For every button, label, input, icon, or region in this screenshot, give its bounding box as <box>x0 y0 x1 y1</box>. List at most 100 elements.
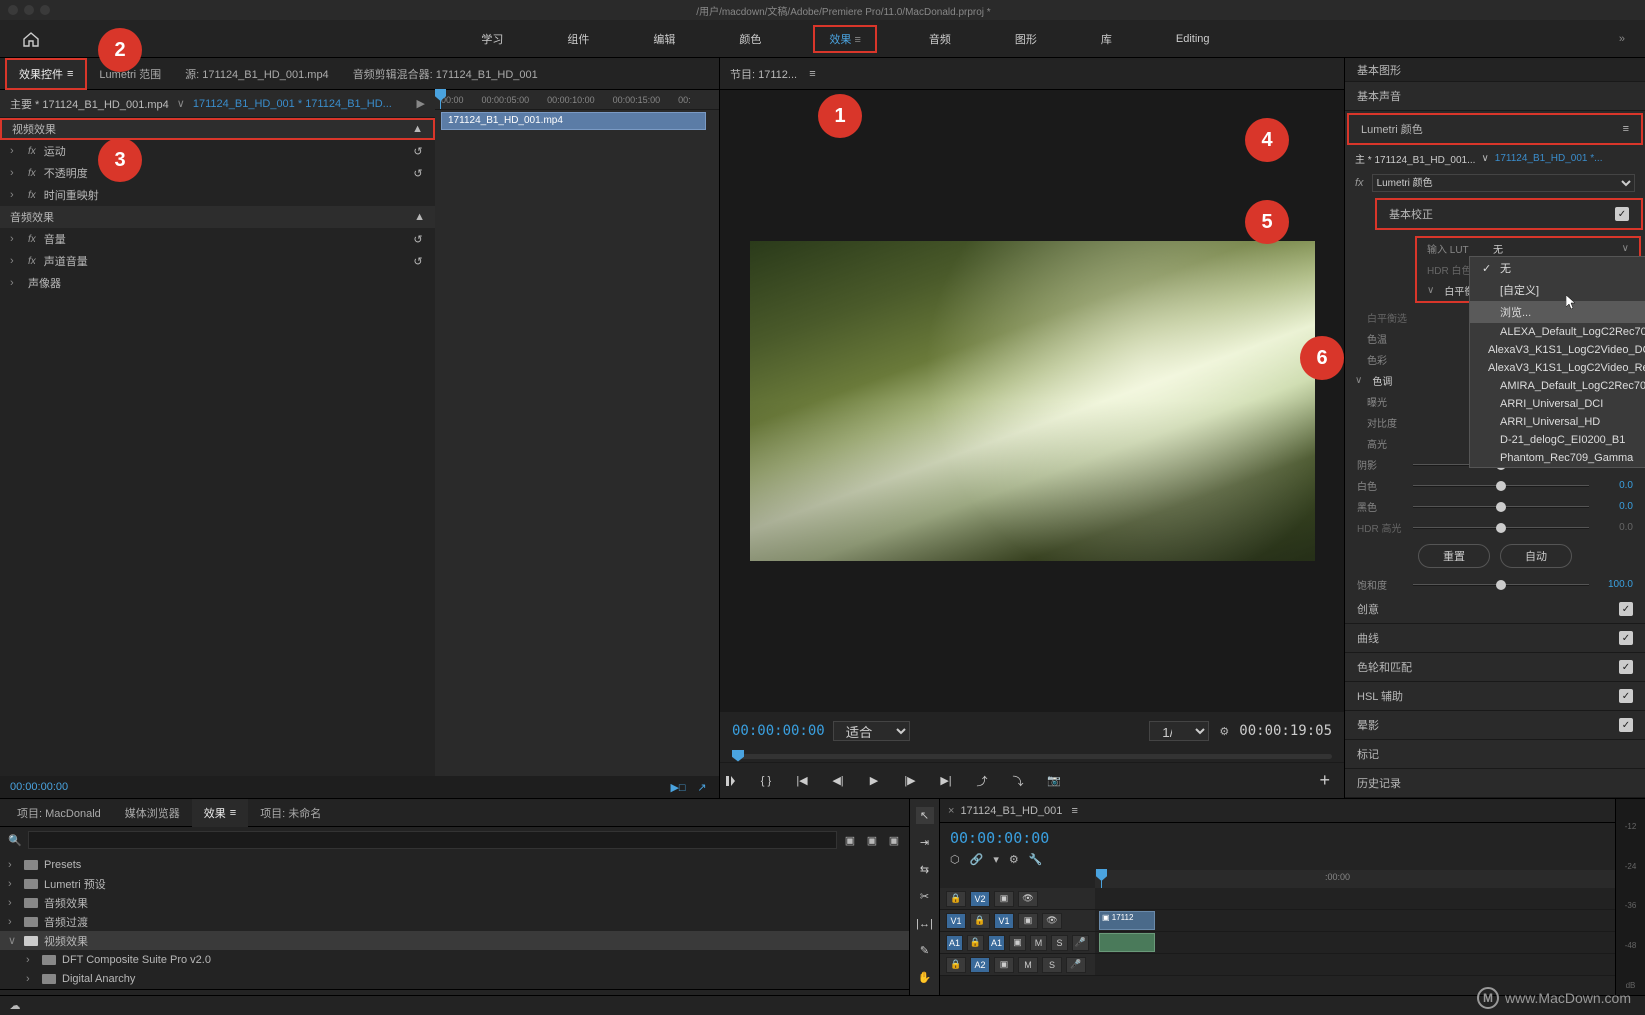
slip-tool-icon[interactable]: |↔| <box>916 915 934 932</box>
saturation-slider[interactable]: 饱和度100.0 <box>1345 574 1645 595</box>
essential-sound-tab[interactable]: 基本声音 <box>1345 82 1645 111</box>
tree-video-effects[interactable]: ∨视频效果 <box>0 931 909 950</box>
step-fwd-icon[interactable]: |▶ <box>900 771 920 791</box>
reset-button[interactable]: 重置 <box>1418 544 1490 568</box>
lut-opt-custom[interactable]: [自定义] <box>1470 279 1645 301</box>
cc-status-icon[interactable]: ☁ <box>8 999 22 1013</box>
ec-motion[interactable]: ›fx运动↺ <box>0 140 435 162</box>
markers-panel[interactable]: 标记 <box>1345 740 1645 769</box>
lumetri-fx-select[interactable]: fx Lumetri 颜色 <box>1345 170 1645 196</box>
ws-audio[interactable]: 音频 <box>917 25 963 53</box>
tree-audio-transitions[interactable]: ›音频过渡 <box>0 912 909 931</box>
ec-clip-bar[interactable]: 171124_B1_HD_001.mp4 <box>441 112 706 130</box>
add-button-icon[interactable]: + <box>1319 770 1330 791</box>
32bit-badge-icon[interactable]: ▣ <box>865 833 879 847</box>
video-clip[interactable]: ▣ 17112 <box>1099 911 1155 930</box>
ws-color[interactable]: 颜色 <box>727 25 773 53</box>
ws-learn[interactable]: 学习 <box>469 25 515 53</box>
lut-opt-browse[interactable]: 浏览... <box>1470 301 1645 323</box>
history-panel[interactable]: 历史记录 <box>1345 769 1645 798</box>
ec-current-timecode[interactable]: 00:00:00:00 ▶□ ↗ <box>0 776 719 798</box>
essential-graphics-tab[interactable]: 基本图形 <box>1345 58 1645 82</box>
extract-icon[interactable]: ⤵ <box>1008 771 1028 791</box>
basic-correction-header[interactable]: 基本校正 ✓ <box>1375 198 1643 230</box>
lut-opt[interactable]: AlexaV3_K1S1_LogC2Video_Rec709_EE <box>1470 359 1645 377</box>
tree-lumetri-presets[interactable]: ›Lumetri 预设 <box>0 874 909 893</box>
goto-out-icon[interactable]: ▶| <box>936 771 956 791</box>
settings-icon[interactable]: ⚙ <box>1217 724 1231 738</box>
ec-video-effects-header[interactable]: 视频效果 ▲ <box>0 118 435 140</box>
ec-mini-timeline[interactable]: 00:00 00:00:05:00 00:00:10:00 00:00:15:0… <box>435 90 719 776</box>
hand-tool-icon[interactable]: ✋ <box>916 969 934 986</box>
lut-opt[interactable]: D-21_delogC_EI0200_B1 <box>1470 431 1645 449</box>
ripple-tool-icon[interactable]: ⇆ <box>916 861 934 878</box>
wrench-icon[interactable]: 🔧 <box>1029 853 1043 866</box>
tree-digital-anarchy[interactable]: ›Digital Anarchy <box>0 969 909 988</box>
goto-in-icon[interactable]: |◀ <box>792 771 812 791</box>
track-a1[interactable]: A1🔒A1▣MS🎤 <box>940 932 1615 954</box>
audio-clip[interactable] <box>1099 933 1155 952</box>
whites-slider[interactable]: 白色0.0 <box>1345 475 1645 496</box>
hdr-highlights-slider[interactable]: HDR 高光0.0 <box>1345 517 1645 538</box>
lut-opt[interactable]: ALEXA_Default_LogC2Rec709 <box>1470 323 1645 341</box>
zoom-level-select[interactable]: 适合 <box>833 721 910 741</box>
hsl-secondary-section[interactable]: HSL 辅助✓ <box>1345 682 1645 711</box>
tab-media-browser[interactable]: 媒体浏览器 <box>113 799 192 827</box>
export-frame-icon[interactable]: ↗ <box>695 780 709 794</box>
traffic-lights[interactable] <box>8 5 50 15</box>
settings-icon[interactable]: ⚙ <box>1009 853 1019 866</box>
lut-opt[interactable]: ARRI_Universal_HD <box>1470 413 1645 431</box>
ec-opacity[interactable]: ›fx不透明度↺ <box>0 162 435 184</box>
lut-opt[interactable]: Phantom_Rec709_Gamma <box>1470 449 1645 467</box>
tab-project[interactable]: 项目: MacDonald <box>5 799 113 827</box>
timeline-ruler[interactable]: :00:00 <box>1095 870 1615 888</box>
blacks-slider[interactable]: 黑色0.0 <box>1345 496 1645 517</box>
effects-tree[interactable]: ›Presets ›Lumetri 预设 ›音频效果 ›音频过渡 ∨视频效果 ›… <box>0 853 909 989</box>
lut-opt[interactable]: AMIRA_Default_LogC2Rec709 <box>1470 377 1645 395</box>
vignette-section[interactable]: 晕影✓ <box>1345 711 1645 740</box>
ec-volume[interactable]: ›fx音量↺ <box>0 228 435 250</box>
curves-section[interactable]: 曲线✓ <box>1345 624 1645 653</box>
tree-dft[interactable]: ›DFT Composite Suite Pro v2.0 <box>0 950 909 969</box>
lut-opt-none[interactable]: ✓无 <box>1470 257 1645 279</box>
creative-section[interactable]: 创意✓ <box>1345 595 1645 624</box>
ws-library[interactable]: 库 <box>1089 25 1124 53</box>
step-back-icon[interactable]: ◀| <box>828 771 848 791</box>
color-wheels-section[interactable]: 色轮和匹配✓ <box>1345 653 1645 682</box>
auto-button[interactable]: 自动 <box>1500 544 1572 568</box>
program-current-tc[interactable]: 00:00:00:00 <box>732 723 825 739</box>
ws-graphics[interactable]: 图形 <box>1003 25 1049 53</box>
track-select-tool-icon[interactable]: ⇥ <box>916 834 934 851</box>
ec-source-link[interactable]: 171124_B1_HD_001 * 171124_B1_HD... <box>193 98 392 110</box>
lut-opt[interactable]: AlexaV3_K1S1_LogC2Video_DCIP3_EE <box>1470 341 1645 359</box>
pen-tool-icon[interactable]: ✎ <box>916 942 934 959</box>
selection-tool-icon[interactable]: ↖ <box>916 807 934 824</box>
ws-edit[interactable]: 编辑 <box>641 25 687 53</box>
marker-icon[interactable]: ▾ <box>993 853 999 866</box>
ec-time-remap[interactable]: ›fx时间重映射 <box>0 184 435 206</box>
mark-out-icon[interactable]: { } <box>756 771 776 791</box>
ws-effects[interactable]: 效果 ≡ <box>813 25 876 53</box>
timeline-sequence-tab[interactable]: × 171124_B1_HD_001 ≡ <box>940 799 1615 823</box>
tab-source-monitor[interactable]: 源: 171124_B1_HD_001.mp4 <box>173 60 341 88</box>
tree-audio-effects[interactable]: ›音频效果 <box>0 893 909 912</box>
ec-audio-effects-header[interactable]: 音频效果▲ <box>0 206 435 228</box>
home-icon[interactable] <box>20 29 42 49</box>
play-icon[interactable]: ▶ <box>864 771 884 791</box>
mark-in-icon[interactable] <box>720 771 740 791</box>
razor-tool-icon[interactable]: ✂ <box>916 888 934 905</box>
timeline-timecode[interactable]: 00:00:00:00 <box>950 829 1049 847</box>
lut-dropdown-menu[interactable]: ✓无 [自定义] 浏览... ALEXA_Default_LogC2Rec709… <box>1469 256 1645 468</box>
loop-playback-icon[interactable]: ▶□ <box>671 780 685 794</box>
tab-project-unnamed[interactable]: 项目: 未命名 <box>248 799 333 827</box>
lumetri-color-header[interactable]: Lumetri 颜色 ≡ <box>1347 113 1643 145</box>
track-a2[interactable]: 🔒A2▣MS🎤 <box>940 954 1615 976</box>
ec-panner[interactable]: ›声像器 <box>0 272 435 294</box>
ec-channel-volume[interactable]: ›fx声道音量↺ <box>0 250 435 272</box>
yuv-badge-icon[interactable]: ▣ <box>887 833 901 847</box>
program-monitor-tab[interactable]: 节目: 17112... ≡ <box>720 58 1344 90</box>
tab-effects-panel[interactable]: 效果 ≡ <box>192 799 248 827</box>
export-frame-icon[interactable]: 📷 <box>1044 771 1064 791</box>
scrub-bar[interactable] <box>732 754 1332 759</box>
snap-icon[interactable]: ⬡ <box>950 853 960 866</box>
